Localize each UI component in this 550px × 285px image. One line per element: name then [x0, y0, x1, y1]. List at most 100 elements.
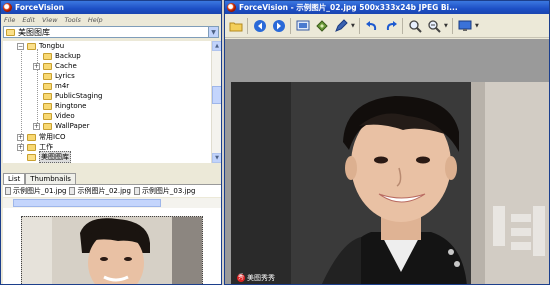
tree-item-label: 常用ICO [39, 133, 66, 141]
file-name: 示例图片_02.jpg [77, 187, 131, 195]
view-icon[interactable] [294, 17, 311, 34]
back-icon[interactable] [251, 17, 268, 34]
chevron-down-icon[interactable]: ▼ [351, 23, 356, 29]
crop-icon[interactable] [313, 17, 330, 34]
tree-item-ringtone[interactable]: Ringtone [43, 101, 86, 111]
file-item[interactable]: 示例图片_02.jpg [69, 186, 131, 196]
folder-icon [27, 133, 36, 141]
file-name: 示例图片_01.jpg [13, 187, 67, 195]
folder-icon[interactable] [227, 17, 244, 34]
menu-bar: File Edit View Tools Help [1, 14, 221, 25]
folder-icon [43, 62, 52, 70]
menu-edit[interactable]: Edit [22, 16, 35, 24]
viewer-window: ForceVision - 示例图片_02.jpg 500x333x24b JP… [224, 0, 550, 285]
chevron-down-icon[interactable]: ▼ [475, 23, 480, 29]
tree-item-label: 美图图库 [39, 151, 71, 163]
title-bar[interactable]: ForceVision - 示例图片_02.jpg 500x333x24b JP… [225, 1, 549, 14]
tree-item-lyrics[interactable]: Lyrics [43, 71, 75, 81]
chevron-down-icon[interactable]: ▼ [208, 27, 218, 37]
tree-item-label: Backup [55, 52, 81, 60]
thumbnail-scrollbar[interactable] [3, 198, 221, 208]
expand-icon[interactable]: + [17, 133, 24, 141]
zoom-out-icon[interactable] [425, 17, 442, 34]
thumbnail-image[interactable] [21, 216, 203, 284]
monitor-icon[interactable] [456, 17, 473, 34]
image-viewer[interactable]: 秀 美图秀秀 [225, 39, 549, 284]
forward-icon[interactable] [270, 17, 287, 34]
tree-item-label: Tongbu [39, 42, 65, 50]
tree-item-cache[interactable]: + Cache [33, 61, 77, 71]
browser-window: ForceVision File Edit View Tools Help 美图… [0, 0, 222, 285]
pen-icon[interactable] [332, 17, 349, 34]
collapse-icon[interactable]: − [17, 42, 24, 50]
redo-icon[interactable] [382, 17, 399, 34]
expand-icon[interactable]: + [17, 143, 24, 151]
file-item[interactable]: 示例图片_01.jpg [5, 186, 66, 196]
window-title: ForceVision - 示例图片_02.jpg 500x333x24b JP… [239, 3, 458, 12]
expand-icon[interactable]: + [33, 62, 40, 70]
title-bar[interactable]: ForceVision [1, 1, 221, 14]
path-combo-value: 美图图库 [18, 27, 50, 37]
folder-icon [27, 42, 36, 50]
folder-icon [43, 72, 52, 80]
tree-item-label: Lyrics [55, 72, 75, 80]
menu-tools[interactable]: Tools [65, 16, 81, 24]
folder-tree[interactable]: − Tongbu Backup + Cache Lyrics m4r Publi… [3, 41, 211, 163]
folder-icon [43, 102, 52, 110]
app-icon [227, 3, 236, 12]
file-name: 示例图片_03.jpg [141, 187, 196, 195]
tree-item-selected[interactable]: 美图图库 [27, 151, 71, 163]
tree-item-wallpaper[interactable]: + WallPaper [33, 121, 89, 131]
tree-item-tongbu[interactable]: − Tongbu [17, 41, 64, 51]
tree-item-backup[interactable]: Backup [43, 51, 81, 61]
path-combo[interactable]: 美图图库 ▼ [3, 26, 219, 38]
window-title: ForceVision [15, 3, 64, 12]
folder-icon [43, 52, 52, 60]
tree-item-video[interactable]: Video [43, 111, 75, 121]
thumbnail-pane [3, 198, 221, 284]
tree-item-label: WallPaper [55, 122, 90, 130]
viewer-toolbar: ▼ ▼ ▼ [225, 14, 549, 38]
folder-icon [43, 82, 52, 90]
view-tabs: List Thumbnails [3, 173, 76, 184]
folder-icon [43, 122, 52, 130]
scrollbar-thumb[interactable] [212, 86, 221, 104]
tree-item-label: m4r [55, 82, 70, 90]
folder-icon [27, 153, 36, 161]
menu-help[interactable]: Help [88, 16, 103, 24]
logo-icon: 秀 [237, 274, 245, 282]
file-strip: 示例图片_01.jpg 示例图片_02.jpg 示例图片_03.jpg [3, 184, 221, 197]
scrollbar-thumb[interactable] [13, 199, 161, 207]
tree-item-label: Ringtone [55, 102, 87, 110]
tree-item-m4r[interactable]: m4r [43, 81, 69, 91]
folder-icon [43, 112, 52, 120]
expand-icon[interactable]: + [33, 122, 40, 130]
file-item[interactable]: 示例图片_03.jpg [133, 186, 196, 196]
tree-item-label: Video [55, 112, 75, 120]
tab-list[interactable]: List [3, 173, 26, 184]
tree-scrollbar[interactable]: ▲ ▼ [211, 41, 221, 163]
scroll-down-icon[interactable]: ▼ [212, 153, 221, 163]
tab-thumbnails[interactable]: Thumbnails [25, 173, 76, 184]
folder-icon [6, 28, 15, 36]
zoom-in-icon[interactable] [406, 17, 423, 34]
tree-item-label: PublicStaging [55, 92, 103, 100]
main-image: 秀 美图秀秀 [231, 82, 549, 284]
file-icon [69, 187, 76, 195]
chevron-down-icon[interactable]: ▼ [444, 23, 449, 29]
tree-item-publicstaging[interactable]: PublicStaging [43, 91, 102, 101]
portrait-thumbnail [22, 217, 202, 284]
tree-item-common-ico[interactable]: + 常用ICO [17, 132, 65, 142]
app-icon [3, 3, 12, 12]
portrait-photo [231, 82, 549, 284]
menu-view[interactable]: View [42, 16, 58, 24]
file-icon [133, 187, 140, 195]
tree-item-label: Cache [55, 62, 77, 70]
menu-file[interactable]: File [4, 16, 15, 24]
undo-icon[interactable] [363, 17, 380, 34]
folder-icon [27, 143, 36, 151]
file-icon [5, 187, 11, 195]
folder-icon [43, 92, 52, 100]
watermark-text: 美图秀秀 [247, 274, 275, 282]
scroll-up-icon[interactable]: ▲ [212, 41, 221, 51]
